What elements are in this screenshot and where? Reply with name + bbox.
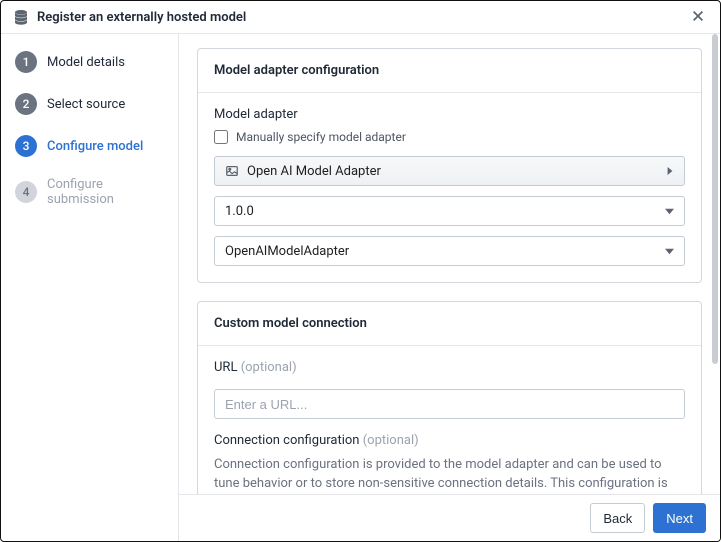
card-body: Model adapter Manually specify model ada… <box>198 93 701 282</box>
step-number: 3 <box>15 135 37 157</box>
field-label-url: URL (optional) <box>214 360 685 375</box>
step-configure-model[interactable]: 3 Configure model <box>1 125 178 167</box>
card-model-adapter: Model adapter configuration Model adapte… <box>197 48 702 283</box>
content-wrapper: Model adapter configuration Model adapte… <box>179 34 720 541</box>
step-select-source[interactable]: 2 Select source <box>1 83 178 125</box>
step-number: 4 <box>15 181 37 203</box>
dialog-title: Register an externally hosted model <box>37 10 246 25</box>
step-label: Configure submission <box>47 177 164 207</box>
wizard-sidebar: 1 Model details 2 Select source 3 Config… <box>1 34 179 541</box>
version-select-value: 1.0.0 <box>225 204 254 219</box>
chevron-right-icon <box>666 167 674 175</box>
version-select[interactable]: 1.0.0 <box>214 196 685 226</box>
step-number: 1 <box>15 51 37 73</box>
scrollbar-thumb[interactable] <box>712 34 718 364</box>
cfg-description: Connection configuration is provided to … <box>214 456 685 494</box>
step-label: Select source <box>47 97 125 112</box>
manual-adapter-checkbox-input[interactable] <box>214 130 228 144</box>
back-button[interactable]: Back <box>590 503 645 533</box>
dialog-register-model: Register an externally hosted model 1 Mo… <box>0 0 721 542</box>
close-button[interactable] <box>688 7 708 27</box>
dialog-header: Register an externally hosted model <box>1 1 720 34</box>
package-icon <box>225 164 239 178</box>
database-icon <box>13 9 29 25</box>
cfg-optional-text: (optional) <box>363 433 419 448</box>
url-input[interactable] <box>214 389 685 419</box>
card-title: Custom model connection <box>198 302 701 346</box>
class-select-value: OpenAIModelAdapter <box>225 244 349 259</box>
checkbox-label: Manually specify model adapter <box>236 130 406 144</box>
header-left: Register an externally hosted model <box>13 9 246 25</box>
card-body: URL (optional) Connection configuration … <box>198 346 701 494</box>
chevron-down-icon <box>665 247 674 256</box>
field-label-cfg: Connection configuration (optional) <box>214 433 685 448</box>
cfg-label-text: Connection configuration <box>214 433 359 448</box>
card-custom-connection: Custom model connection URL (optional) C… <box>197 301 702 494</box>
dialog-footer: Back Next <box>179 494 720 541</box>
step-number: 2 <box>15 93 37 115</box>
step-label: Model details <box>47 55 125 70</box>
content-scroll[interactable]: Model adapter configuration Model adapte… <box>179 34 720 494</box>
step-model-details[interactable]: 1 Model details <box>1 41 178 83</box>
field-label-adapter: Model adapter <box>214 107 685 122</box>
manual-adapter-checkbox[interactable]: Manually specify model adapter <box>214 130 685 144</box>
class-select[interactable]: OpenAIModelAdapter <box>214 236 685 266</box>
adapter-select[interactable]: Open AI Model Adapter <box>214 156 685 186</box>
url-label-text: URL <box>214 360 237 375</box>
close-icon <box>691 7 705 28</box>
card-title: Model adapter configuration <box>198 49 701 93</box>
step-label: Configure model <box>47 139 143 154</box>
url-optional-text: (optional) <box>241 360 297 375</box>
dialog-body: 1 Model details 2 Select source 3 Config… <box>1 34 720 541</box>
adapter-select-value: Open AI Model Adapter <box>247 164 381 179</box>
next-button[interactable]: Next <box>653 503 706 533</box>
chevron-down-icon <box>665 207 674 216</box>
step-configure-submission[interactable]: 4 Configure submission <box>1 167 178 217</box>
